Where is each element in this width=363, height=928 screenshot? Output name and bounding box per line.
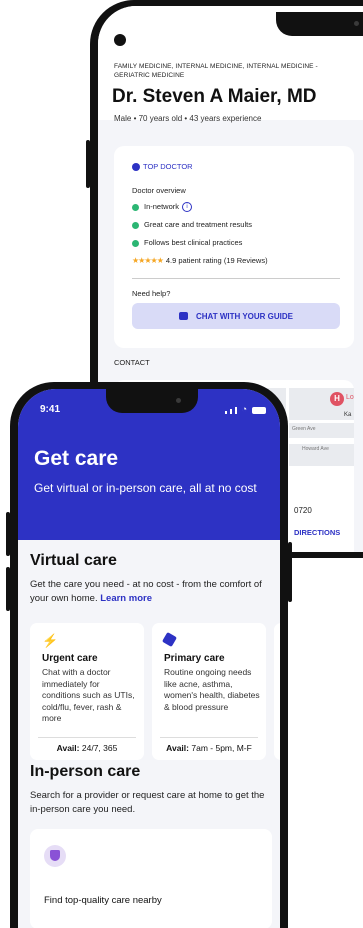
find-care-label: Find top-quality care nearby [44,895,162,906]
care-card-partial[interactable] [274,623,280,760]
hospital-pin-icon[interactable]: H [330,392,344,406]
camera-icon [354,21,359,26]
info-icon[interactable]: i [182,202,193,213]
signal-icon [229,409,232,414]
overview-item: In-network i [132,202,193,213]
signal-icon [234,407,237,414]
virtual-care-text: Get the care you need - at no cost - fro… [30,579,262,604]
primary-care-card[interactable]: Primary care Routine ongoing needs like … [152,623,266,760]
signal-icon [224,411,227,414]
directions-link[interactable]: DIRECTIONS [294,528,340,537]
contact-label: CONTACT [114,358,150,367]
rating-row: ★★★★★ 4.9 patient rating (19 Reviews) [132,256,268,265]
side-button [288,542,292,602]
divider [38,737,136,738]
side-button [6,567,10,611]
learn-more-link[interactable]: Learn more [100,593,152,604]
notch [106,389,198,413]
front-phone-frame: 9:41 ◔ Get care Get virtual or in-person… [6,382,292,928]
doctor-overview-card: TOP DOCTOR Doctor overview In-network i G… [114,146,354,348]
battery-icon [252,407,266,414]
urgent-care-card[interactable]: ⚡ Urgent care Chat with a doctor immedia… [30,623,144,760]
divider [160,737,258,738]
page-subtitle: Get virtual or in-person care, all at no… [34,481,257,495]
map-label: Green Ave [292,426,316,432]
check-icon [132,239,139,247]
address-zip: 0720 [294,506,312,515]
overview-item: Great care and treatment results [132,220,252,229]
card-availability: Avail: 24/7, 365 [56,743,118,753]
find-care-card[interactable]: Find top-quality care nearby [30,829,272,928]
map-label: Ka [344,412,352,418]
wifi-icon: ◔ [241,404,247,414]
doctor-meta: Male • 70 years old • 43 years experienc… [114,114,262,123]
specialties-text: FAMILY MEDICINE, INTERNAL MEDICINE, INTE… [114,63,318,79]
star-rating-icon: ★★★★★ [132,256,164,265]
map-label: Howard Ave [302,446,329,452]
card-description: Chat with a doctor immediately for condi… [42,667,135,723]
overview-label: Doctor overview [132,186,186,195]
notch [276,12,363,36]
overview-item: Follows best clinical practices [132,238,242,247]
side-button [86,140,90,188]
help-label: Need help? [132,289,171,298]
chat-icon [178,312,188,320]
front-phone-screen: 9:41 ◔ Get care Get virtual or in-person… [18,389,280,928]
back-icon[interactable] [114,34,126,46]
status-icons: ◔ [224,404,266,414]
camera-icon [176,398,181,403]
in-person-care-title: In-person care [30,763,141,780]
card-title: Primary care [164,653,225,664]
card-title: Urgent care [42,653,98,664]
heart-icon [132,163,140,172]
check-icon [132,221,139,229]
side-button [6,512,10,556]
shield-icon [44,845,66,867]
map-label: Lo [346,394,354,401]
check-icon [132,203,139,211]
divider [132,278,340,279]
lightning-icon: ⚡ [42,633,59,648]
page-title: Get care [34,447,119,470]
card-availability: Avail: 7am - 5pm, M-F [166,743,252,753]
virtual-care-title: Virtual care [30,552,117,569]
in-person-care-text: Search for a provider or request care at… [30,790,265,815]
top-doctor-badge: TOP DOCTOR [132,162,193,172]
cube-icon [161,631,178,648]
card-description: Routine ongoing needs like acne, asthma,… [164,667,260,712]
chat-guide-button[interactable]: CHAT WITH YOUR GUIDE [132,303,340,329]
doctor-name: Dr. Steven A Maier, MD [112,86,317,107]
status-time: 9:41 [40,404,61,415]
